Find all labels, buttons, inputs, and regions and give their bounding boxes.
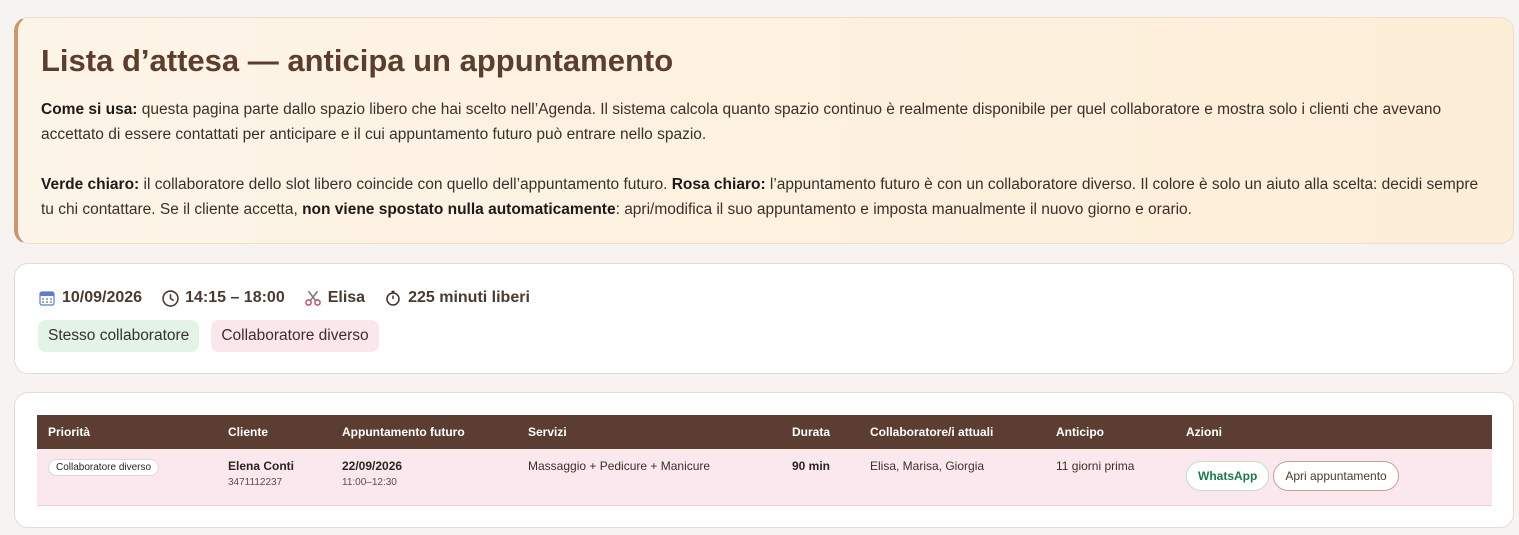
client-name: Elena Conti [228, 459, 295, 473]
green-label: Verde chiaro: [41, 176, 140, 193]
future-time: 11:00–12:30 [342, 477, 397, 488]
color-legend-paragraph: Verde chiaro: il collaboratore dello slo… [41, 172, 1489, 222]
legend-same-collaborator: Stesso collaboratore [38, 320, 200, 352]
header-client: Cliente [228, 425, 269, 439]
calendar-icon [38, 289, 56, 307]
table-row: Collaboratore diverso Elena Conti 347111… [37, 449, 1492, 505]
manual-text: : apri/modifica il suo appuntamento e im… [615, 201, 1192, 218]
slot-collaborator: Elisa [304, 289, 365, 307]
legend-different-collaborator: Collaboratore diverso [211, 320, 379, 352]
clock-icon [161, 289, 179, 307]
usage-paragraph: Come si usa: questa pagina parte dallo s… [41, 97, 1489, 147]
header-services: Servizi [528, 425, 567, 439]
no-auto-move-label: non viene spostato nulla automaticamente [302, 201, 616, 218]
table-header-row: Priorità Cliente Appuntamento futuro Ser… [37, 415, 1492, 449]
row-client-cell: Elena Conti 3471112237 [217, 449, 331, 505]
header-duration: Durata [792, 425, 831, 439]
slot-date: 10/09/2026 [38, 289, 142, 307]
slot-collaborator-text: Elisa [327, 289, 366, 306]
row-future-cell: 22/09/2026 11:00–12:30 [331, 449, 517, 505]
client-phone: 3471112237 [228, 477, 283, 488]
row-duration: 90 min [792, 459, 831, 473]
row-services: Massaggio + Pedicure + Manicure [528, 459, 711, 473]
page-title: Lista d’attesa — anticipa un appuntament… [41, 43, 674, 78]
info-panel: Lista d’attesa — anticipa un appuntament… [14, 17, 1514, 244]
waitlist-table: Priorità Cliente Appuntamento futuro Ser… [37, 415, 1492, 506]
scissors-icon [304, 289, 322, 307]
priority-badge: Collaboratore diverso [48, 459, 160, 476]
row-collaborators: Elisa, Marisa, Giorgia [870, 459, 985, 473]
future-date: 22/09/2026 [342, 459, 403, 473]
row-advance: 11 giorni prima [1056, 459, 1135, 473]
header-future-appointment: Appuntamento futuro [342, 425, 465, 439]
color-legend: Stesso collaboratore Collaboratore diver… [38, 320, 1490, 352]
slot-summary: 10/09/2026 14:15 – 18:00 Elisa 225 minut… [14, 263, 1514, 374]
header-advance: Anticipo [1056, 425, 1104, 439]
slot-free-text: 225 minuti liberi [408, 289, 530, 306]
waitlist-card: Priorità Cliente Appuntamento futuro Ser… [14, 392, 1514, 528]
usage-text: questa pagina parte dallo spazio libero … [41, 101, 1442, 143]
slot-details: 10/09/2026 14:15 – 18:00 Elisa 225 minut… [38, 287, 1490, 309]
stopwatch-icon [384, 289, 402, 307]
open-appointment-button[interactable]: Apri appuntamento [1273, 461, 1399, 491]
slot-date-text: 10/09/2026 [62, 289, 143, 306]
green-text: il collaboratore dello slot libero coinc… [139, 176, 672, 193]
slot-free-time: 225 minuti liberi [384, 289, 530, 307]
header-collaborators: Collaboratore/i attuali [870, 425, 994, 439]
header-priority: Priorità [48, 425, 91, 439]
usage-label: Come si usa: [41, 101, 138, 118]
whatsapp-button[interactable]: WhatsApp [1186, 461, 1270, 491]
pink-label: Rosa chiaro: [671, 176, 766, 193]
slot-time: 14:15 – 18:00 [161, 289, 285, 307]
slot-time-text: 14:15 – 18:00 [185, 289, 285, 306]
header-actions: Azioni [1186, 425, 1222, 439]
row-priority-cell: Collaboratore diverso [37, 449, 217, 505]
row-actions-cell: WhatsApp Apri appuntamento [1175, 449, 1492, 505]
